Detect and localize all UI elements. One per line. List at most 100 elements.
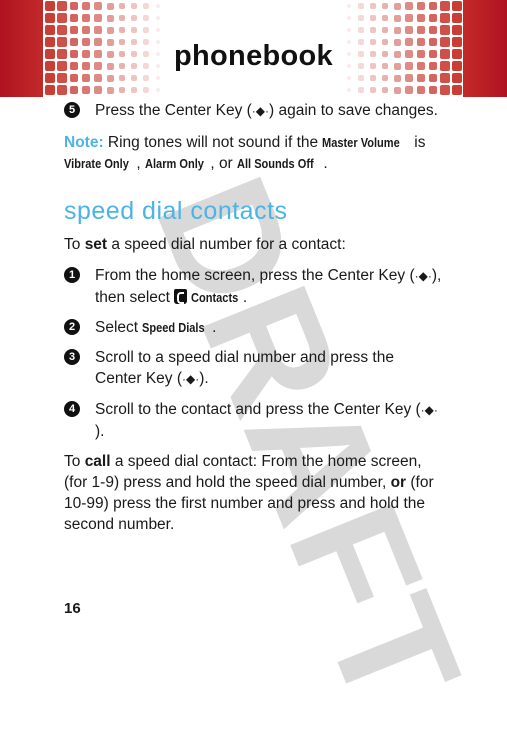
header-dot — [346, 3, 352, 9]
header-dot — [452, 85, 462, 95]
header-dot — [69, 1, 79, 11]
header-dot — [106, 2, 114, 10]
header-dot — [393, 14, 401, 22]
header-dot — [106, 26, 114, 34]
header-dot — [81, 1, 91, 11]
header-dot — [131, 27, 137, 33]
header-dot — [118, 74, 126, 82]
header-dot — [405, 86, 413, 94]
ui-term: Alarm Only — [144, 156, 204, 171]
header-dot — [393, 2, 401, 10]
header-dot — [428, 73, 438, 83]
header-dot — [370, 15, 376, 21]
header-dot — [81, 73, 91, 83]
ui-term: Contacts — [191, 290, 239, 305]
center-key-icon: ·◆· — [251, 104, 270, 118]
header-dot — [452, 1, 462, 11]
header-dot — [69, 85, 79, 95]
header-dot — [94, 14, 102, 22]
header-dot — [370, 87, 376, 93]
header-dot — [118, 2, 126, 10]
header-dot — [57, 1, 67, 11]
header-dot — [143, 27, 149, 33]
header-dot — [143, 15, 149, 21]
header-dot — [118, 26, 126, 34]
header-dot — [370, 27, 376, 33]
step-1: 1 From the home screen, press the Center… — [64, 265, 444, 308]
header-dot — [106, 74, 114, 82]
page-content: 5 Press the Center Key (·◆·) again to sa… — [64, 100, 444, 545]
step-number-icon: 2 — [64, 319, 80, 335]
set-intro: To set a speed dial number for a contact… — [64, 236, 346, 253]
step-number-icon: 1 — [64, 267, 80, 283]
header-dot — [45, 13, 55, 23]
header-dot — [69, 25, 79, 35]
header-dot — [440, 85, 450, 95]
header-dot — [118, 86, 126, 94]
header-dot — [428, 25, 438, 35]
header-dot — [131, 75, 137, 81]
header-dot — [452, 13, 462, 23]
header-dot — [393, 74, 401, 82]
step-number-icon: 4 — [64, 401, 80, 417]
center-key-icon: ·◆· — [182, 372, 200, 386]
header-dot — [440, 13, 450, 23]
header-dot — [440, 73, 450, 83]
header-dot — [416, 1, 426, 11]
header-dot — [405, 14, 413, 22]
note-label: Note: — [64, 134, 104, 151]
header-dot — [428, 85, 438, 95]
header-dot — [155, 15, 161, 21]
header-dot — [143, 75, 149, 81]
header-dot — [405, 2, 413, 10]
header-dot — [358, 87, 364, 93]
header-dot — [416, 85, 426, 95]
center-key-icon: ·◆· — [414, 269, 432, 283]
header-dot — [106, 14, 114, 22]
header-dot — [428, 1, 438, 11]
header-dot — [381, 74, 389, 82]
header-dot — [45, 73, 55, 83]
page-header: phonebook — [0, 0, 507, 97]
header-dot — [452, 25, 462, 35]
step-5: 5 Press the Center Key (·◆·) again to sa… — [64, 100, 444, 122]
header-dot — [57, 25, 67, 35]
header-dot — [405, 26, 413, 34]
header-dot — [381, 86, 389, 94]
header-dot — [155, 3, 161, 9]
header-dot — [381, 14, 389, 22]
header-dot — [358, 27, 364, 33]
contacts-icon — [174, 289, 188, 304]
header-dot — [358, 15, 364, 21]
header-dot — [440, 1, 450, 11]
page-number: 16 — [64, 600, 81, 617]
header-dot — [45, 85, 55, 95]
header-dot — [358, 3, 364, 9]
ui-term: Vibrate Only — [64, 156, 129, 171]
header-dot — [346, 15, 352, 21]
header-dot — [416, 13, 426, 23]
header-dot — [45, 25, 55, 35]
header-dot — [118, 14, 126, 22]
call-paragraph: To call a speed dial contact: From the h… — [64, 453, 434, 533]
header-dot — [131, 15, 137, 21]
header-dot — [143, 3, 149, 9]
ui-term: All Sounds Off — [237, 156, 314, 171]
step-4: 4 Scroll to the contact and press the Ce… — [64, 399, 444, 442]
header-dot — [346, 27, 352, 33]
header-dot — [57, 13, 67, 23]
header-dot — [81, 25, 91, 35]
header-dot — [57, 73, 67, 83]
header-dot — [358, 75, 364, 81]
header-dot — [416, 73, 426, 83]
header-dot — [346, 87, 352, 93]
header-dot — [381, 2, 389, 10]
step-number-icon: 5 — [64, 102, 80, 118]
header-dot — [155, 27, 161, 33]
step-3: 3 Scroll to a speed dial number and pres… — [64, 347, 444, 390]
header-dot — [81, 13, 91, 23]
ui-term: Master Volume — [322, 135, 401, 150]
note: Note: Ring tones will not sound if the M… — [64, 134, 426, 172]
header-dot — [393, 86, 401, 94]
chapter-title: phonebook — [174, 40, 333, 72]
